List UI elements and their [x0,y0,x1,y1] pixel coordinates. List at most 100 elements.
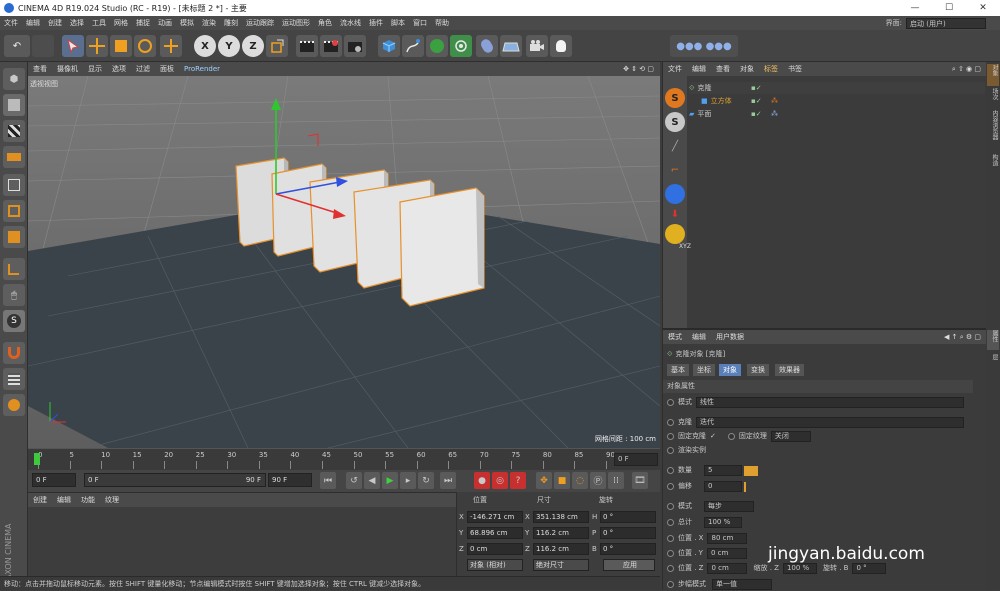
attr-menu-edit[interactable]: 编辑 [692,332,706,342]
next-key-icon[interactable]: ↻ [418,472,434,489]
object-row-plane[interactable]: ▰ 平面 ▪✓ ⁂ [689,108,985,120]
scale-z-field[interactable]: 100 % [782,563,817,574]
coord-rot-h-field[interactable]: 0 ° [600,511,656,523]
pos-z-field[interactable]: 0 cm [707,563,748,574]
attr-menu-mode[interactable]: 模式 [668,332,682,342]
apply-button[interactable]: 应用 [603,559,655,571]
live-select-icon[interactable] [62,35,84,57]
tab-object[interactable]: 对象 [719,364,741,376]
coord-pos-y-field[interactable]: 68.896 cm [467,527,523,539]
side-tab-structure[interactable]: 构造 [987,154,999,174]
current-frame-field[interactable]: 0 F [614,453,658,466]
side-tab-content-browser[interactable]: 内容浏览器 [987,110,999,152]
arrow-down-icon[interactable]: ⬇ [665,204,685,224]
attr-mode-select[interactable]: 线性 [696,397,964,408]
object-menu-view[interactable]: 查看 [716,64,730,74]
next-frame-icon[interactable]: ▸ [400,472,416,489]
viewport-menu-view[interactable]: 查看 [33,64,47,74]
workspace-layout-icons[interactable]: ●●● ●●● [670,35,738,57]
menu-animate[interactable]: 动画 [158,18,172,28]
material-menu-function[interactable]: 功能 [81,495,95,505]
deformer-icon[interactable] [476,35,498,57]
keyframe-selection-icon[interactable]: ? [510,472,526,489]
camera-icon[interactable] [526,35,548,57]
object-name-cube[interactable]: 立方体 [711,95,732,107]
object-name-cloner[interactable]: 克隆 [698,82,712,94]
material-menu-edit[interactable]: 编辑 [57,495,71,505]
object-menu-edit[interactable]: 编辑 [692,64,706,74]
coord-size-z-field[interactable]: 116.2 cm [533,543,589,555]
coord-size-x-field[interactable]: 351.138 cm [533,511,589,523]
record-position-icon[interactable]: ✥ [536,472,552,489]
step-mode-select[interactable]: 单一值 [712,579,772,590]
menu-file[interactable]: 文件 [4,18,18,28]
coord-size-y-field[interactable]: 116.2 cm [533,527,589,539]
start-frame-field[interactable]: 0 F [32,473,76,487]
visibility-check-icon[interactable]: ▪✓ [751,82,762,94]
move-icon[interactable] [86,35,108,57]
render-to-picture-viewer-icon[interactable] [320,35,342,57]
layout-select[interactable]: 启动 (用户) [906,17,986,29]
subdivision-surface-icon[interactable] [426,35,448,57]
object-menu-objects[interactable]: 对象 [740,64,754,74]
coord-rot-p-field[interactable]: 0 ° [600,527,656,539]
tab-coord[interactable]: 坐标 [693,364,715,376]
cube-icon[interactable] [378,35,400,57]
workplane-mode-icon[interactable] [3,146,25,168]
menu-character[interactable]: 角色 [318,18,332,28]
magnet-icon[interactable] [3,342,25,364]
attr-menu-userdata[interactable]: 用户数据 [716,332,744,342]
coord-pos-z-field[interactable]: 0 cm [467,543,523,555]
model-mode-icon[interactable] [3,94,25,116]
menu-simulate[interactable]: 模拟 [180,18,194,28]
points-mode-icon[interactable] [3,174,25,196]
total-field[interactable]: 100 % [704,517,742,528]
spline-tool-icon[interactable]: ╱ [665,136,685,156]
y-axis-toggle[interactable]: Y [218,35,240,57]
record-active-icon[interactable]: ● [474,472,490,489]
pen-spline-icon[interactable] [402,35,424,57]
menu-create[interactable]: 创建 [48,18,62,28]
viewport-nav-icons[interactable]: ✥ ⇕ ⟲ ▢ [623,65,654,73]
attr-nav-icons[interactable]: ◀ ↑ ⌕ ⚙ ▢ [944,333,981,342]
material-menu-create[interactable]: 创建 [33,495,47,505]
enable-axis-icon[interactable] [3,258,25,280]
menu-select[interactable]: 选择 [70,18,84,28]
animate-dot-icon[interactable] [667,535,674,542]
timeline-playhead[interactable] [34,453,40,465]
offset-slider[interactable] [744,481,746,492]
light-icon[interactable] [550,35,572,57]
tab-effectors[interactable]: 效果器 [775,364,804,376]
go-to-start-icon[interactable]: ⏮ [320,472,336,489]
previous-frame-icon[interactable]: ◀ [364,472,380,489]
menu-window[interactable]: 窗口 [413,18,427,28]
animate-dot-icon[interactable] [667,519,674,526]
menu-help[interactable]: 帮助 [435,18,449,28]
planar-workplane-icon[interactable] [3,394,25,416]
menu-edit[interactable]: 编辑 [26,18,40,28]
mode2-select[interactable]: 每步 [704,501,754,512]
transform-icon[interactable] [160,35,182,57]
object-menu-bookmarks[interactable]: 书签 [788,64,802,74]
play-icon[interactable]: ▶ [382,472,398,489]
coord-pos-x-field[interactable]: -146.271 cm [467,511,523,523]
count-field[interactable]: 5 [704,465,742,476]
coord-mode-select[interactable]: 对象 (相对) [467,559,523,571]
make-editable-icon[interactable]: ⬢ [3,68,25,90]
animate-dot-icon[interactable] [667,565,674,572]
visibility-check-icon[interactable]: ▪✓ [751,95,762,107]
viewport-menu-cameras[interactable]: 摄像机 [57,64,78,74]
end-frame-field[interactable]: 90 F [268,473,312,487]
perspective-viewport[interactable]: 透视视图 网格间距 : 100 cm [28,76,660,448]
material-tag-icon[interactable]: ⁂ [771,108,778,120]
viewport-menu-display[interactable]: 显示 [88,64,102,74]
coordinate-system-icon[interactable] [266,35,288,57]
animate-dot-icon[interactable] [667,419,674,426]
close-button[interactable]: ✕ [966,3,1000,13]
menu-mograph[interactable]: 运动图形 [282,18,310,28]
menu-motion-tracking[interactable]: 运动跟踪 [246,18,274,28]
sphere-tool-icon[interactable] [665,184,685,204]
animate-dot-icon[interactable] [667,503,674,510]
animate-dot-icon[interactable] [667,399,674,406]
side-tab-objects[interactable]: 对象 [987,64,999,86]
